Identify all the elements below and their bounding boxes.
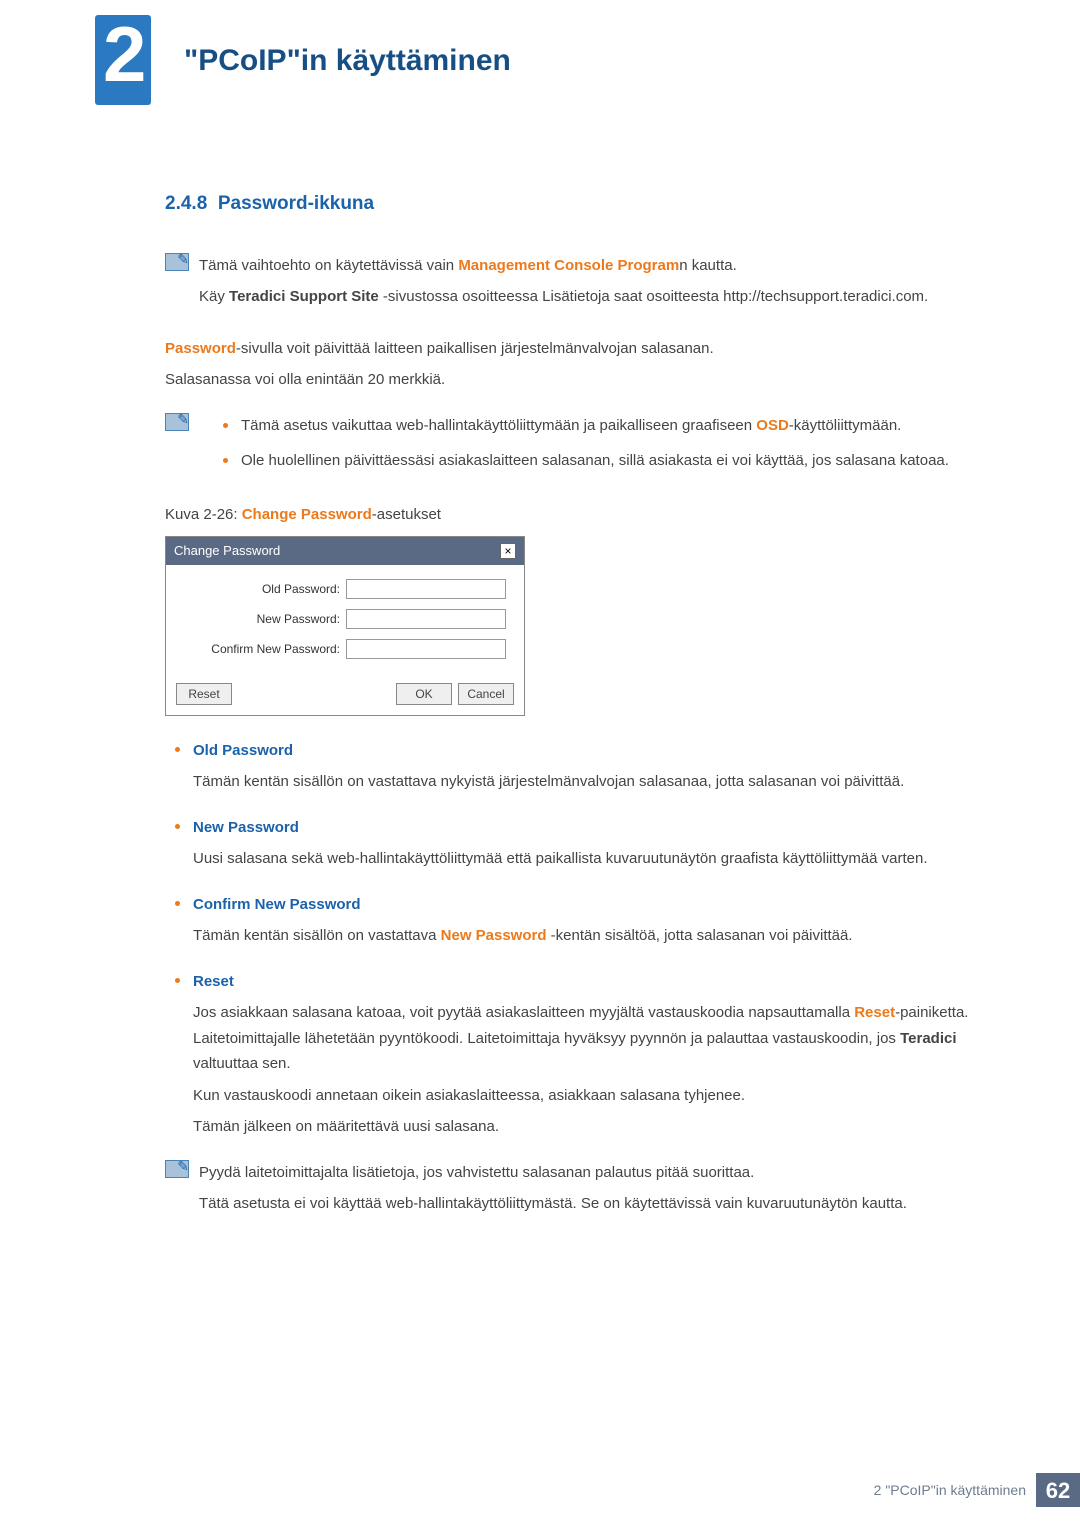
note-availability: Tämä vaihtoehto on käytettävissä vain Ma… — [165, 253, 985, 316]
highlight: Management Console Program — [458, 257, 679, 274]
section-title: Password-ikkuna — [218, 193, 374, 214]
cancel-button[interactable]: Cancel — [458, 683, 514, 705]
t: Tämän kentän sisällön on vastattava — [193, 927, 441, 944]
reset-button[interactable]: Reset — [176, 683, 232, 705]
highlight: Password — [165, 340, 236, 357]
footer-page-number: 62 — [1036, 1473, 1080, 1507]
def-body: Uusi salasana sekä web-hallintakäyttölii… — [193, 846, 985, 872]
def-confirm-password: Confirm New Password Tämän kentän sisäll… — [193, 892, 985, 949]
new-password-field[interactable] — [346, 609, 506, 629]
form-row-confirm: Confirm New Password: — [176, 639, 514, 659]
def-reset: Reset Jos asiakkaan salasana katoaa, voi… — [193, 969, 985, 1140]
t: -käyttöliittymään. — [789, 417, 902, 434]
bullet-item: Ole huolellinen päivittäessäsi asiakasla… — [241, 448, 985, 474]
t: Kun vastauskoodi annetaan oikein asiakas… — [193, 1083, 985, 1109]
change-password-dialog: Change Password × Old Password: New Pass… — [165, 536, 525, 716]
note-icon — [165, 413, 199, 437]
ok-button[interactable]: OK — [396, 683, 452, 705]
chapter-number: 2 — [103, 15, 146, 93]
t: Pyydä laitetoimittajalta lisätietoja, jo… — [199, 1160, 985, 1186]
t: valtuuttaa sen. — [193, 1055, 291, 1072]
old-password-label: Old Password: — [176, 580, 346, 598]
figure-label: Kuva 2-26: Change Password-asetukset — [165, 504, 985, 527]
t: Tämä asetus vaikuttaa web-hallintakäyttö… — [241, 417, 756, 434]
new-password-label: New Password: — [176, 610, 346, 628]
form-row-old: Old Password: — [176, 579, 514, 599]
confirm-password-field[interactable] — [346, 639, 506, 659]
def-body: Tämän kentän sisällön on vastattava New … — [193, 923, 985, 949]
chapter-title: "PCoIP"in käyttäminen — [184, 38, 511, 83]
bold: Teradici — [900, 1030, 956, 1047]
highlight: New Password — [441, 927, 547, 944]
section-heading: 2.4.8 Password-ikkuna — [165, 190, 985, 219]
chapter-tab: 2 — [95, 15, 151, 105]
dialog-body: Old Password: New Password: Confirm New … — [166, 565, 524, 675]
footer-text: 2 "PCoIP"in käyttäminen — [874, 1473, 1036, 1507]
def-term: Old Password — [193, 738, 985, 764]
note-text: Pyydä laitetoimittajalta lisätietoja, jo… — [199, 1160, 985, 1223]
form-row-new: New Password: — [176, 609, 514, 629]
t: Jos asiakkaan salasana katoaa, voit pyyt… — [193, 1004, 854, 1021]
def-term: Confirm New Password — [193, 892, 985, 918]
close-icon[interactable]: × — [500, 543, 516, 559]
page-content: 2.4.8 Password-ikkuna Tämä vaihtoehto on… — [165, 190, 985, 1243]
def-new-password: New Password Uusi salasana sekä web-hall… — [193, 815, 985, 872]
old-password-field[interactable] — [346, 579, 506, 599]
highlight: Change Password — [242, 506, 372, 523]
t: -sivulla voit päivittää laitteen paikall… — [236, 340, 714, 357]
note-bullets: Tämä asetus vaikuttaa web-hallintakäyttö… — [199, 413, 985, 474]
definition-list: Old Password Tämän kentän sisällön on va… — [165, 738, 985, 1140]
note-effects: Tämä asetus vaikuttaa web-hallintakäyttö… — [165, 413, 985, 484]
t: Salasanassa voi olla enintään 20 merkkiä… — [165, 367, 985, 393]
highlight: OSD — [756, 417, 789, 434]
t: -kentän sisältöä, jotta salasanan voi pä… — [547, 927, 853, 944]
t: Käy — [199, 288, 229, 305]
dialog-buttons: Reset OK Cancel — [166, 675, 524, 715]
dialog-titlebar: Change Password × — [166, 537, 524, 565]
section-number: 2.4.8 — [165, 193, 207, 214]
note-reset-info: Pyydä laitetoimittajalta lisätietoja, jo… — [165, 1160, 985, 1223]
bullet-item: Tämä asetus vaikuttaa web-hallintakäyttö… — [241, 413, 985, 439]
note-text: Tämä vaihtoehto on käytettävissä vain Ma… — [199, 253, 985, 316]
t: Tätä asetusta ei voi käyttää web-hallint… — [199, 1191, 985, 1217]
t: n kautta. — [679, 257, 737, 274]
highlight: Reset — [854, 1004, 895, 1021]
def-term: New Password — [193, 815, 985, 841]
t: Tämä vaihtoehto on käytettävissä vain — [199, 257, 458, 274]
t: -sivustossa osoitteessa Lisätietoja saat… — [379, 288, 928, 305]
t: Tämän jälkeen on määritettävä uusi salas… — [193, 1114, 985, 1140]
def-old-password: Old Password Tämän kentän sisällön on va… — [193, 738, 985, 795]
def-body: Tämän kentän sisällön on vastattava nyky… — [193, 769, 985, 795]
t: -asetukset — [372, 506, 441, 523]
note-icon — [165, 253, 199, 277]
def-body: Jos asiakkaan salasana katoaa, voit pyyt… — [193, 1000, 985, 1140]
intro-block: Password-sivulla voit päivittää laitteen… — [165, 336, 985, 393]
bold: Teradici Support Site — [229, 288, 379, 305]
page-footer: 2 "PCoIP"in käyttäminen 62 — [874, 1473, 1080, 1507]
dialog-title-text: Change Password — [174, 541, 280, 561]
note-icon — [165, 1160, 199, 1184]
confirm-password-label: Confirm New Password: — [176, 640, 346, 658]
def-term: Reset — [193, 969, 985, 995]
t: Kuva 2-26: — [165, 506, 242, 523]
